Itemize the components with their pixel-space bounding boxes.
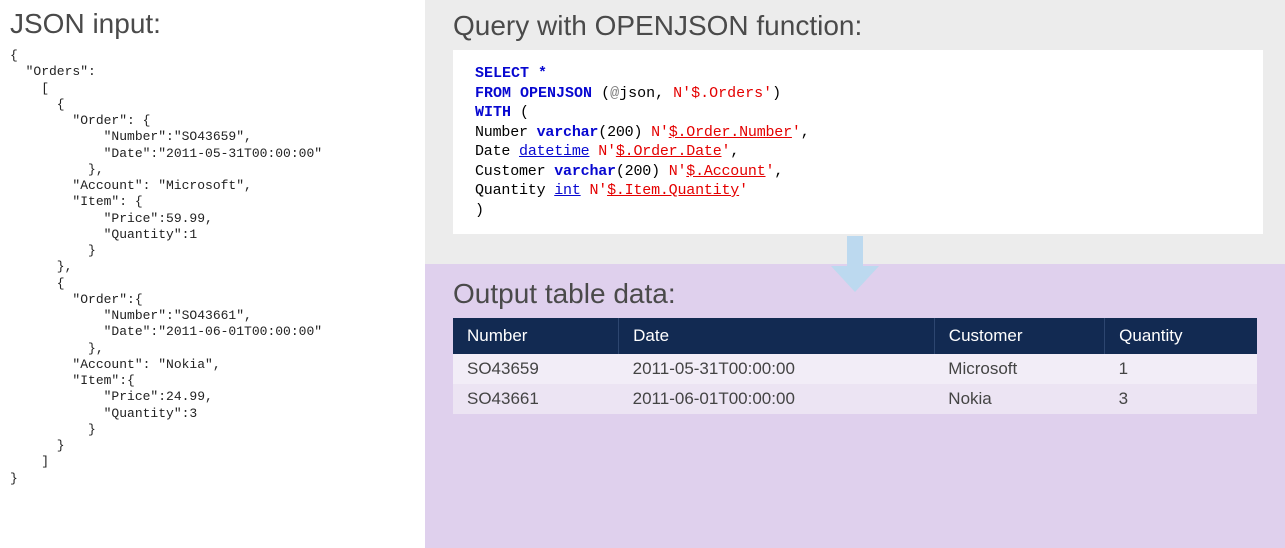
- type-int: int: [554, 182, 580, 199]
- at-sign: @: [610, 85, 619, 102]
- col-customer: Customer: [475, 163, 545, 180]
- paren-open: (: [601, 85, 610, 102]
- type-varchar-1: varchar: [537, 124, 599, 141]
- json-input-title: JSON input:: [10, 8, 413, 40]
- paren-open-2: (: [520, 104, 529, 121]
- cell-number: SO43659: [453, 354, 619, 384]
- cell-customer: Microsoft: [934, 354, 1104, 384]
- cell-quantity: 3: [1105, 384, 1257, 414]
- json-input-panel: JSON input: { "Orders": [ { "Order": { "…: [0, 0, 425, 548]
- type-datetime: datetime: [519, 143, 589, 160]
- col-date: Date: [475, 143, 510, 160]
- paren-close: ): [772, 85, 781, 102]
- kw-openjson: OPENJSON: [520, 85, 592, 102]
- kw-star: *: [538, 65, 547, 82]
- param-json: json: [619, 85, 655, 102]
- cell-quantity: 1: [1105, 354, 1257, 384]
- query-panel: Query with OPENJSON function: SELECT * F…: [425, 0, 1285, 264]
- arrow-down-icon: [831, 236, 879, 292]
- cell-number: SO43661: [453, 384, 619, 414]
- type-varchar-2: varchar: [554, 163, 616, 180]
- cell-date: 2011-06-01T00:00:00: [619, 384, 935, 414]
- th-number: Number: [453, 318, 619, 354]
- path-orders: N'$.Orders': [673, 85, 772, 102]
- output-table: Number Date Customer Quantity SO43659 20…: [453, 318, 1257, 414]
- json-input-code: { "Orders": [ { "Order": { "Number":"SO4…: [10, 48, 413, 487]
- table-header-row: Number Date Customer Quantity: [453, 318, 1257, 354]
- cell-customer: Nokia: [934, 384, 1104, 414]
- col-number: Number: [475, 124, 528, 141]
- table-row: SO43659 2011-05-31T00:00:00 Microsoft 1: [453, 354, 1257, 384]
- num-200-b: 200: [625, 163, 651, 180]
- query-title: Query with OPENJSON function:: [453, 10, 1263, 42]
- paren-close-2: ): [475, 202, 484, 219]
- kw-with: WITH: [475, 104, 511, 121]
- cell-date: 2011-05-31T00:00:00: [619, 354, 935, 384]
- sql-code-block: SELECT * FROM OPENJSON (@json, N'$.Order…: [453, 50, 1263, 234]
- th-date: Date: [619, 318, 935, 354]
- comma: ,: [655, 85, 664, 102]
- kw-select: SELECT: [475, 65, 529, 82]
- col-quantity: Quantity: [475, 182, 545, 199]
- th-customer: Customer: [934, 318, 1104, 354]
- th-quantity: Quantity: [1105, 318, 1257, 354]
- output-panel: Output table data: Number Date Customer …: [425, 264, 1285, 548]
- table-row: SO43661 2011-06-01T00:00:00 Nokia 3: [453, 384, 1257, 414]
- num-200-a: 200: [607, 124, 633, 141]
- right-column: Query with OPENJSON function: SELECT * F…: [425, 0, 1285, 548]
- kw-from: FROM: [475, 85, 511, 102]
